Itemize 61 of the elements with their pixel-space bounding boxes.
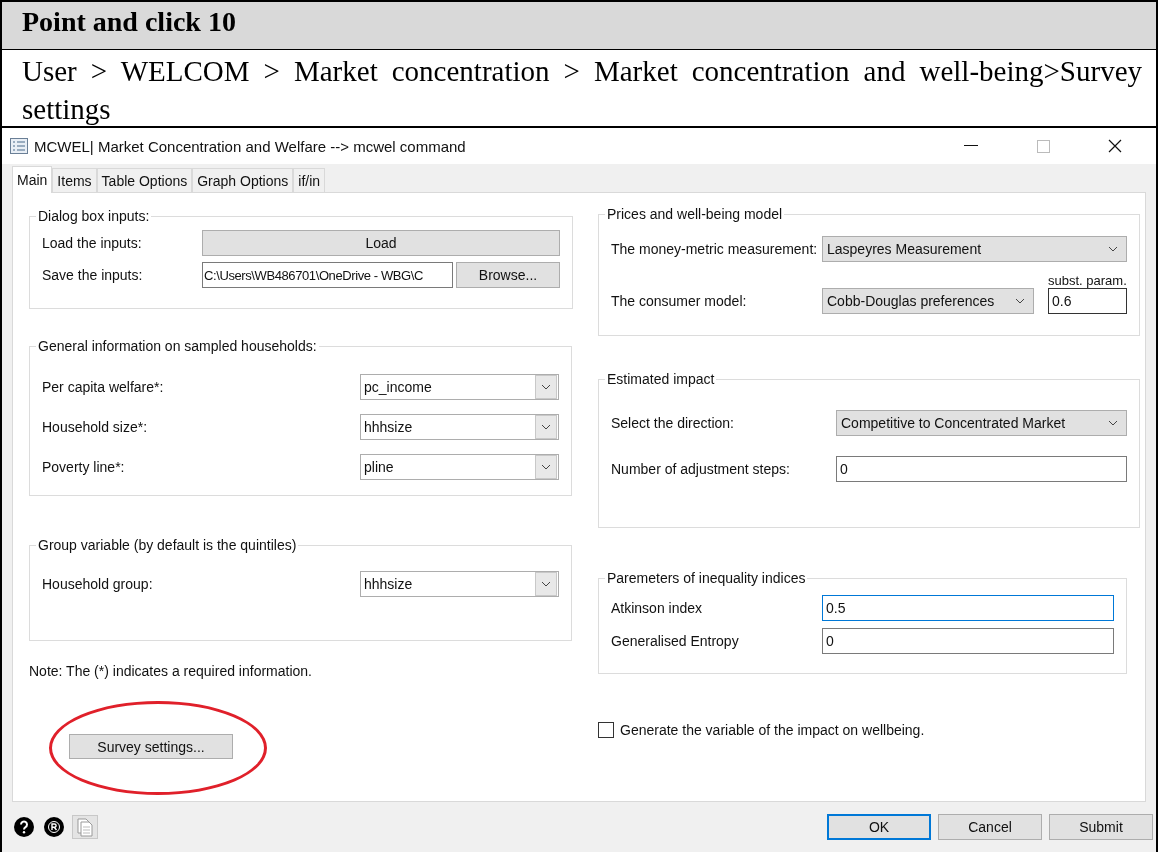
variable-combo[interactable]: hhhsize [360,414,559,440]
browse-button[interactable]: Browse... [456,262,560,288]
tab[interactable]: Items [52,168,97,192]
load-button[interactable]: Load [202,230,560,256]
reset-icon[interactable] [44,817,64,837]
variable-combo[interactable]: pline [360,454,559,480]
field-label: Per capita welfare*: [42,379,165,395]
help-icon[interactable] [14,817,34,837]
field-label: Number of adjustment steps: [611,461,791,477]
field-label: The consumer model: [611,293,748,309]
group-title: Prices and well-being model [606,206,784,222]
window-title: MCWEL| Market Concentration and Welfare --> mcwel command [34,137,467,155]
dropdown[interactable]: Laspeyres Measurement [822,236,1127,262]
input-field[interactable]: 0 [822,628,1114,654]
header-title: Point and click 10 [2,0,1156,50]
field-label: Household group: [42,576,154,592]
checkbox-label: Generate the variable of the impact on wellbeing. [620,722,925,738]
dialog-button[interactable]: Submit [1049,814,1153,840]
group-title: Dialog box inputs: [37,208,151,224]
group-title: Paremeters of inequality indices [606,570,807,586]
chevron-down-icon [1108,246,1118,252]
field-label: Atkinson index [611,600,704,616]
tab[interactable]: if/in [293,168,326,192]
input-field[interactable]: 0 [836,456,1127,482]
group-title: Estimated impact [606,371,716,387]
chevron-down-icon [541,384,551,390]
field-label: Save the inputs: [42,267,144,283]
minimize-icon [964,145,978,147]
dropdown[interactable]: Competitive to Concentrated Market [836,410,1127,436]
param-field[interactable]: 0.6 [1048,288,1127,314]
list-icon [10,138,28,154]
file-path-field[interactable]: C:\Users\WB486701\OneDrive - WBG\C [202,262,453,288]
variable-combo[interactable]: pc_income [360,374,559,400]
field-label: Generalised Entropy [611,633,740,649]
field-label: subst. param. [1048,273,1127,288]
field-label: The money-metric measurement: [611,241,819,257]
chevron-down-icon [541,464,551,470]
dialog-button[interactable]: Cancel [938,814,1042,840]
copy-icon[interactable] [72,815,98,839]
survey-settings-button[interactable]: Survey settings... [69,734,233,759]
chevron-down-icon [541,581,551,587]
checkbox[interactable] [598,722,614,738]
dropdown[interactable]: Cobb-Douglas preferences [822,288,1034,314]
tab[interactable]: Table Options [96,168,193,192]
tab[interactable]: Graph Options [192,168,294,192]
tab[interactable]: Main [12,166,53,193]
field-label: Poverty line*: [42,459,126,475]
variable-combo[interactable]: hhhsize [360,571,559,597]
close-icon [1108,139,1122,153]
group-title: General information on sampled households: [37,338,318,354]
maximize-icon [1036,139,1050,153]
field-label: Select the direction: [611,415,735,431]
input-field[interactable]: 0.5 [822,595,1114,621]
field-label: Household size*: [42,419,149,435]
chevron-down-icon [1015,298,1025,304]
group-title: Group variable (by default is the quintiles) [37,537,298,553]
note-text: Note: The (*) indicates a required information. [29,663,313,679]
field-label: Load the inputs: [42,235,143,251]
dialog-button[interactable]: OK [827,814,931,840]
chevron-down-icon [541,424,551,430]
chevron-down-icon [1108,420,1118,426]
